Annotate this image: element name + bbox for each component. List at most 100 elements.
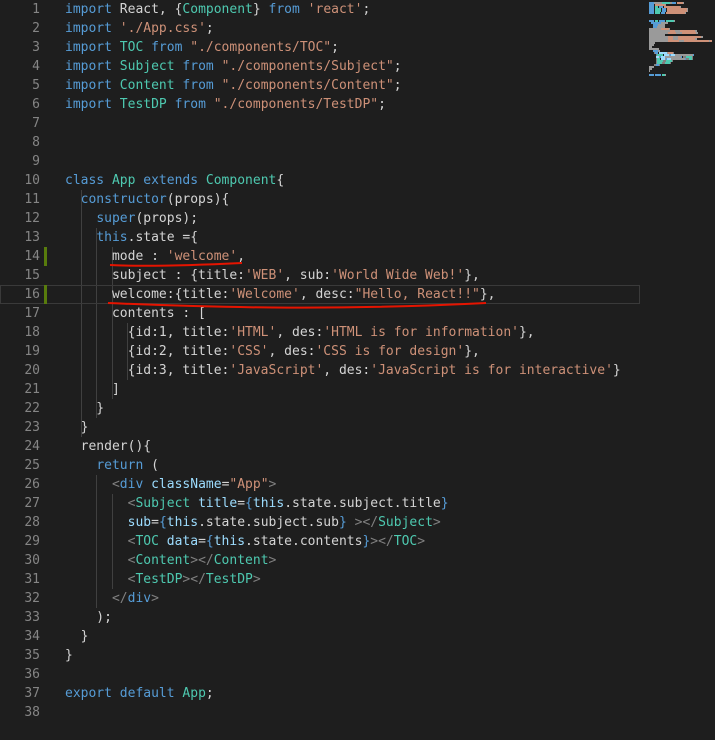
line-number[interactable]: 22 [0, 399, 40, 418]
line-number[interactable]: 2 [0, 19, 40, 38]
line-number[interactable]: 32 [0, 589, 40, 608]
code-line[interactable]: 19 {id:2, title:'CSS', des:'CSS is for d… [0, 342, 640, 361]
code-line[interactable]: 3 import TOC from "./components/TOC"; [0, 38, 640, 57]
code-line[interactable]: 10 class App extends Component{ [0, 171, 640, 190]
code-line[interactable]: 24 render(){ [0, 437, 640, 456]
line-number[interactable]: 1 [0, 0, 40, 19]
line-number[interactable]: 37 [0, 684, 40, 703]
line-code: return ( [65, 456, 159, 475]
code-line[interactable]: 28 sub={this.state.subject.sub} ></Subje… [0, 513, 640, 532]
line-number[interactable]: 23 [0, 418, 40, 437]
line-number[interactable]: 13 [0, 228, 40, 247]
code-line[interactable]: 23 } [0, 418, 640, 437]
code-line[interactable]: 17 contents : [ [0, 304, 640, 323]
code-line[interactable]: 30 <Content></Content> [0, 551, 640, 570]
code-line[interactable]: 36 [0, 665, 640, 684]
code-line[interactable]: 27 <Subject title={this.state.subject.ti… [0, 494, 640, 513]
line-number[interactable]: 27 [0, 494, 40, 513]
line-number[interactable]: 19 [0, 342, 40, 361]
code-line[interactable]: 32 </div> [0, 589, 640, 608]
code-token: </ [111, 591, 128, 606]
line-number[interactable]: 38 [0, 703, 40, 722]
code-line[interactable]: 1 import React, {Component} from 'react'; [0, 0, 640, 19]
minimap[interactable] [643, 0, 715, 80]
code-line[interactable]: 5 import Content from "./components/Conte… [0, 76, 640, 95]
line-number[interactable]: 29 [0, 532, 40, 551]
minimap-token [659, 64, 660, 66]
code-line[interactable]: 2 import './App.css'; [0, 19, 640, 38]
code-line[interactable]: 8 [0, 133, 640, 152]
code-line[interactable]: 7 [0, 114, 640, 133]
code-line[interactable]: 20 {id:3, title:'JavaScript', des:'JavaS… [0, 361, 640, 380]
line-number[interactable]: 16 [0, 285, 40, 304]
code-line[interactable]: 16 welcome:{title:'Welcome', desc:"Hello… [0, 285, 640, 304]
code-token: 'CSS' [229, 344, 269, 359]
code-token: 'JavaScript' [229, 363, 324, 378]
code-line[interactable]: 4 import Subject from "./components/Subje… [0, 57, 640, 76]
line-number[interactable]: 24 [0, 437, 40, 456]
minimap-token [665, 74, 666, 76]
line-number[interactable]: 14 [0, 247, 40, 266]
code-line[interactable]: 26 <div className="App"> [0, 475, 640, 494]
line-number[interactable]: 36 [0, 665, 40, 684]
code-token: = [151, 515, 159, 530]
line-number[interactable]: 28 [0, 513, 40, 532]
line-number[interactable]: 15 [0, 266, 40, 285]
code-token: > [252, 572, 261, 587]
code-token: ; [331, 40, 339, 55]
code-line[interactable]: 25 return ( [0, 456, 640, 475]
code-line[interactable]: 37 export default App; [0, 684, 640, 703]
line-number[interactable]: 30 [0, 551, 40, 570]
code-line[interactable]: 15 subject : {title:'WEB', sub:'World Wi… [0, 266, 640, 285]
code-token: "App" [229, 477, 269, 492]
line-number[interactable]: 3 [0, 38, 40, 57]
code-line[interactable]: 14 mode : 'welcome', [0, 247, 640, 266]
line-number[interactable]: 34 [0, 627, 40, 646]
line-number[interactable]: 7 [0, 114, 40, 133]
line-number[interactable]: 20 [0, 361, 40, 380]
code-line[interactable]: 35} [0, 646, 640, 665]
code-token: } [440, 496, 449, 511]
code-token: ; [393, 78, 402, 93]
line-number[interactable]: 5 [0, 76, 40, 95]
code-token: ] [65, 382, 120, 397]
code-line[interactable]: 22 } [0, 399, 640, 418]
code-line[interactable]: 31 <TestDP></TestDP> [0, 570, 640, 589]
line-number[interactable]: 35 [0, 646, 40, 665]
line-number[interactable]: 21 [0, 380, 40, 399]
code-line[interactable]: 12 super(props); [0, 209, 640, 228]
code-token: contents : [ [65, 306, 206, 321]
line-number[interactable]: 18 [0, 323, 40, 342]
code-token: {id:1, title: [65, 325, 230, 340]
code-line[interactable]: 11 constructor(props){ [0, 190, 640, 209]
code-line[interactable]: 29 <TOC data={this.state.contents}></TOC… [0, 532, 640, 551]
line-number[interactable]: 17 [0, 304, 40, 323]
line-number[interactable]: 10 [0, 171, 40, 190]
minimap-token [672, 60, 673, 62]
code-token: title [198, 496, 238, 511]
line-number[interactable]: 25 [0, 456, 40, 475]
code-line[interactable]: 38 [0, 703, 640, 722]
code-line[interactable]: 21 ] [0, 380, 640, 399]
code-line[interactable]: 13 this.state ={ [0, 228, 640, 247]
code-token: 'react' [307, 2, 363, 17]
code-token: 'HTML is for information' [323, 325, 519, 340]
line-number[interactable]: 6 [0, 95, 40, 114]
line-number[interactable]: 26 [0, 475, 40, 494]
line-number[interactable]: 4 [0, 57, 40, 76]
code-editor[interactable]: 1 import React, {Component} from 'react';… [0, 0, 715, 740]
code-line[interactable]: 18 {id:1, title:'HTML', des:'HTML is for… [0, 323, 640, 342]
code-line[interactable]: 33 ); [0, 608, 640, 627]
line-number[interactable]: 33 [0, 608, 40, 627]
code-token: > [417, 534, 426, 549]
line-number[interactable]: 12 [0, 209, 40, 228]
line-number[interactable]: 9 [0, 152, 40, 171]
code-line[interactable]: 9 [0, 152, 640, 171]
code-line[interactable]: 6 import TestDP from "./components/TestDP… [0, 95, 640, 114]
code-line[interactable]: 34 } [0, 627, 640, 646]
line-code: </div> [65, 589, 159, 608]
line-number[interactable]: 31 [0, 570, 40, 589]
line-number[interactable]: 8 [0, 133, 40, 152]
line-number[interactable]: 11 [0, 190, 40, 209]
